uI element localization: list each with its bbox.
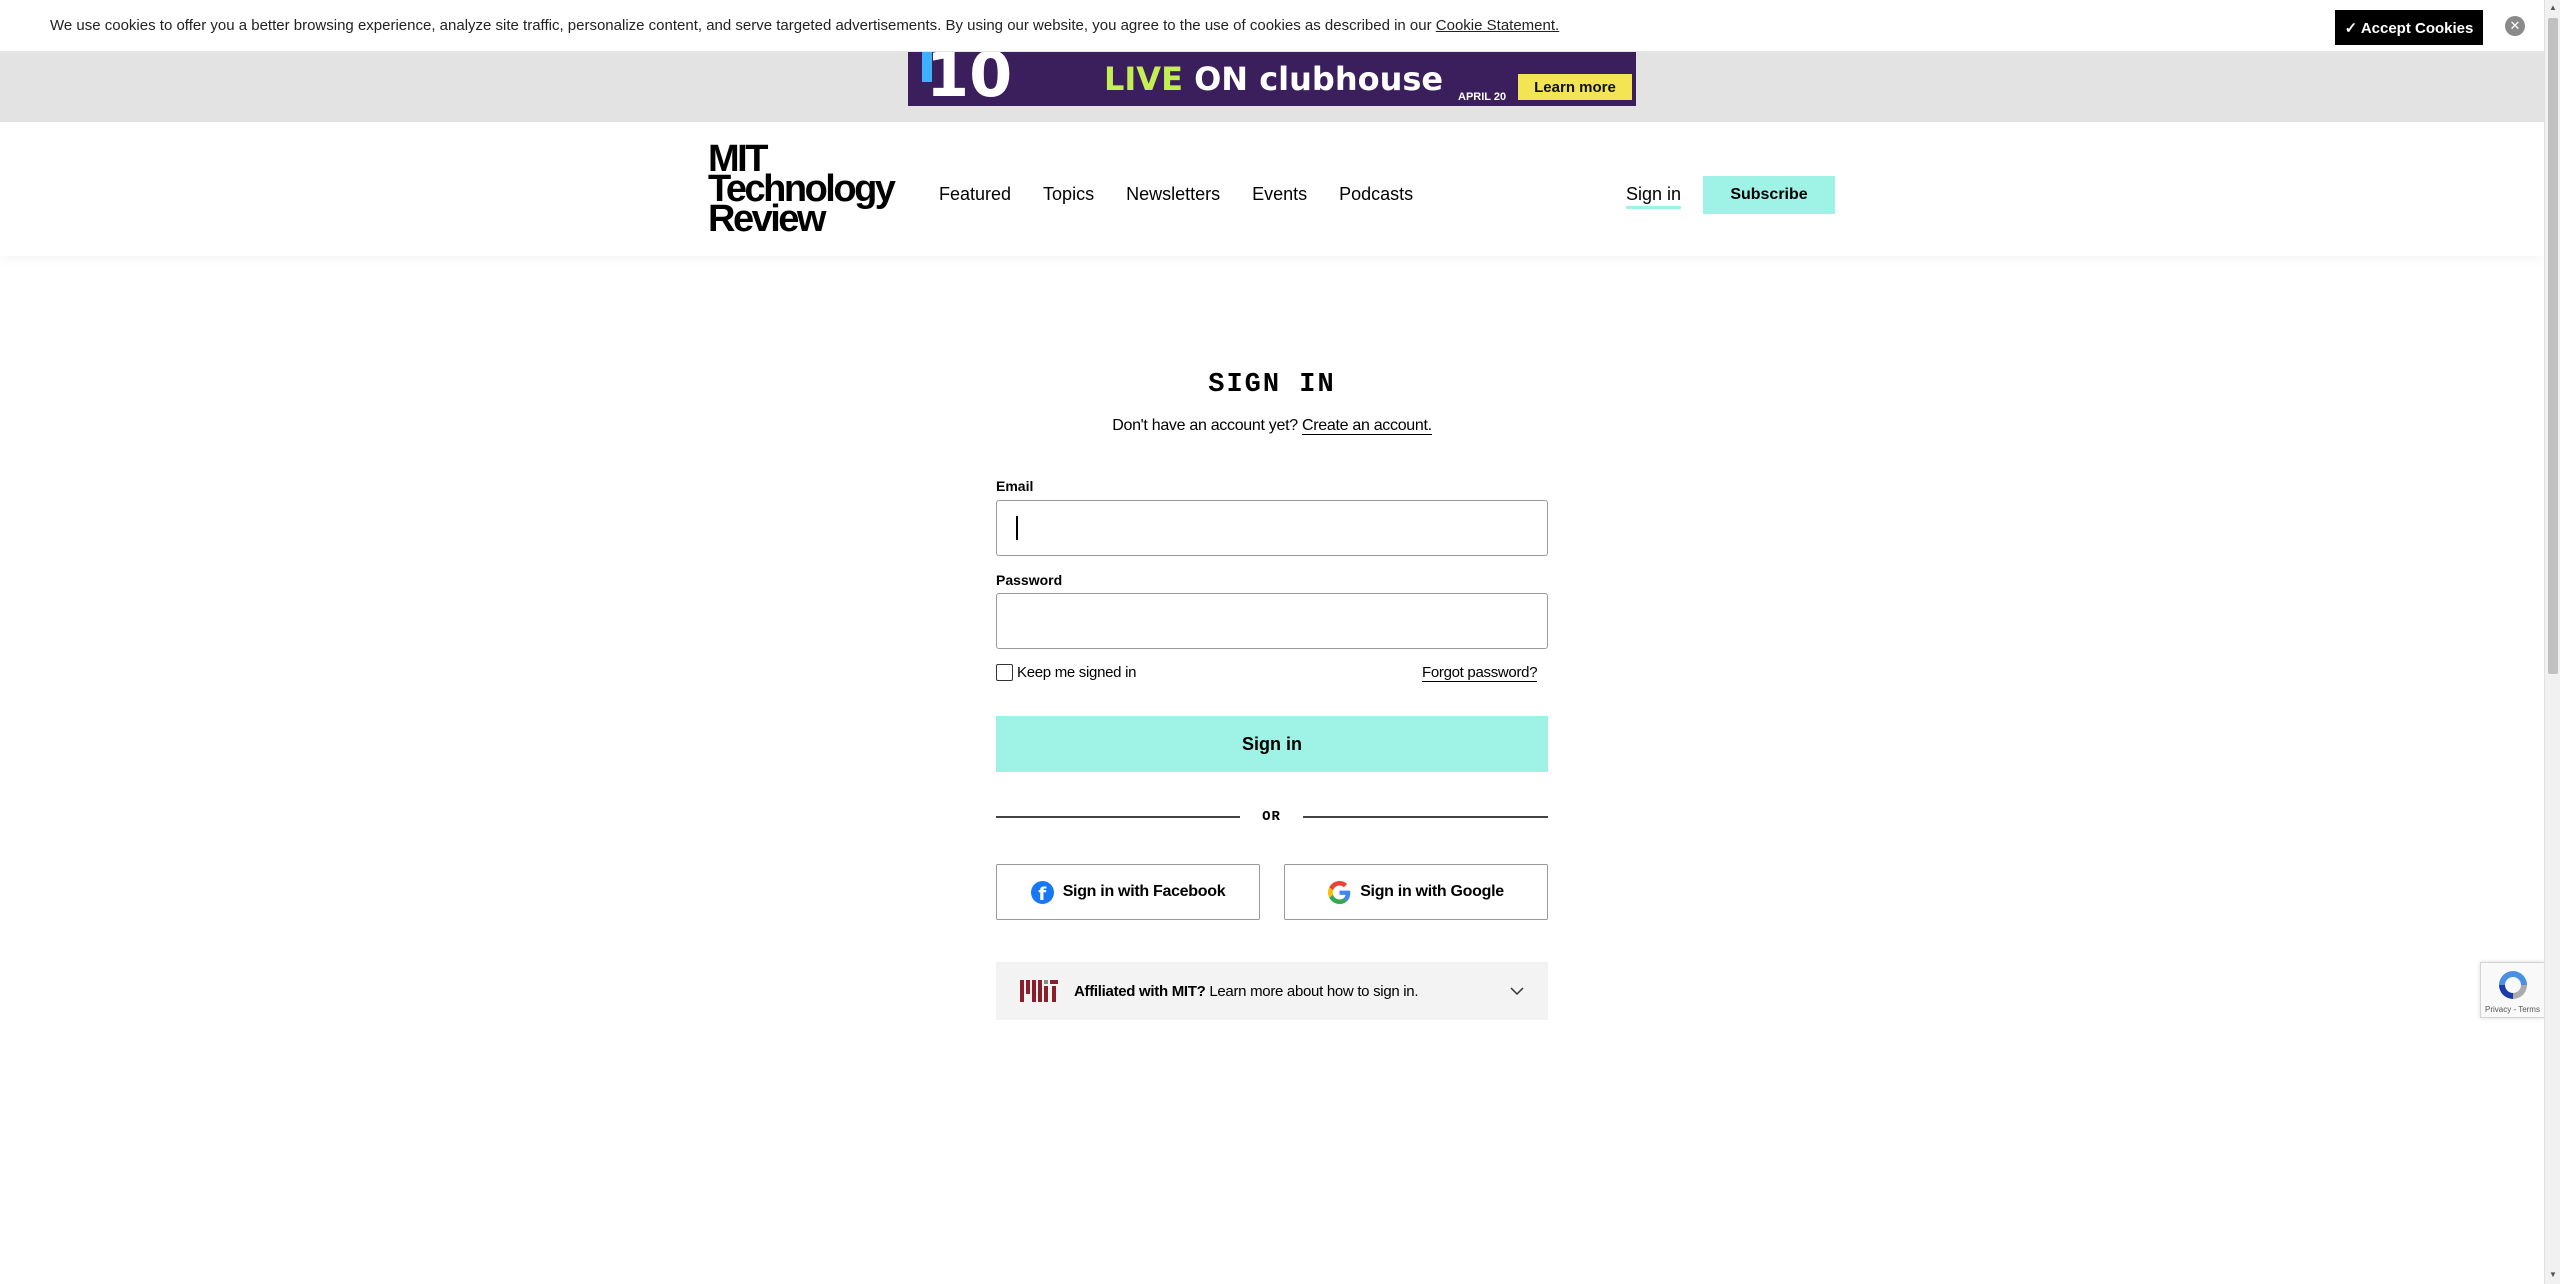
keep-signed-in-checkbox[interactable] xyxy=(996,664,1013,681)
cookie-message: We use cookies to offer you a better bro… xyxy=(50,17,1559,34)
site-logo[interactable]: MIT Technology Review xyxy=(708,140,896,238)
cookie-statement-link[interactable]: Cookie Statement. xyxy=(1436,17,1559,34)
ad-number: 10 xyxy=(926,52,1013,106)
text-caret xyxy=(1016,516,1018,540)
cookie-message-text: We use cookies to offer you a better bro… xyxy=(50,17,1436,34)
subscribe-button[interactable]: Subscribe xyxy=(1703,176,1835,214)
ad-date: APRIL 20 xyxy=(1458,91,1507,103)
create-account-prompt: Don't have an account yet? Create an acc… xyxy=(0,417,2544,435)
scroll-down-arrow-icon[interactable]: ▼ xyxy=(2548,1270,2558,1280)
password-label: Password xyxy=(996,572,1063,588)
mit-affiliation-bold: Affiliated with MIT? xyxy=(1074,982,1206,1000)
no-account-text: Don't have an account yet? xyxy=(1112,417,1302,434)
divider-right xyxy=(1303,816,1548,818)
cookie-banner: We use cookies to offer you a better bro… xyxy=(0,0,2544,52)
mit-affiliation-accordion[interactable]: Affiliated with MIT? Learn more about ho… xyxy=(996,962,1548,1020)
facebook-signin-button[interactable]: f Sign in with Facebook xyxy=(996,864,1260,920)
accept-cookies-button[interactable]: ✓ Accept Cookies xyxy=(2335,10,2483,45)
recaptcha-icon xyxy=(2499,971,2527,999)
recaptcha-badge[interactable]: Privacy - Terms xyxy=(2480,962,2544,1018)
mit-affiliation-text: Affiliated with MIT? Learn more about ho… xyxy=(1074,982,1419,1000)
email-field[interactable] xyxy=(996,500,1548,556)
facebook-icon: f xyxy=(1030,880,1054,904)
chevron-down-icon[interactable] xyxy=(1508,982,1526,1000)
nav-item-featured[interactable]: Featured xyxy=(939,184,1011,205)
forgot-password-link[interactable]: Forgot password? xyxy=(1422,664,1538,682)
ad-headline-live: LIVE xyxy=(1104,60,1183,98)
divider-left xyxy=(996,816,1240,818)
google-icon xyxy=(1328,880,1351,904)
page-title: SIGN IN xyxy=(1208,370,1336,400)
mit-affiliation-rest: Learn more about how to sign in. xyxy=(1205,982,1419,1000)
password-field[interactable] xyxy=(996,593,1548,649)
nav-item-topics[interactable]: Topics xyxy=(1043,184,1094,205)
scroll-up-arrow-icon[interactable]: ▲ xyxy=(2548,3,2558,13)
keep-signed-in-label: Keep me signed in xyxy=(1017,664,1137,681)
close-icon[interactable]: ✕ xyxy=(2505,16,2525,36)
mit-logo-icon xyxy=(1020,980,1058,1002)
keep-signed-in-row[interactable]: Keep me signed in xyxy=(996,664,1136,681)
scrollbar-thumb[interactable] xyxy=(2548,18,2558,674)
page-scrollbar[interactable]: ▲ ▼ xyxy=(2544,0,2560,1284)
main-nav: Featured Topics Newsletters Events Podca… xyxy=(939,184,1413,205)
google-signin-label: Sign in with Google xyxy=(1360,883,1504,900)
google-signin-button[interactable]: Sign in with Google xyxy=(1284,864,1548,920)
nav-item-events[interactable]: Events xyxy=(1252,184,1307,205)
email-label: Email xyxy=(996,478,1034,494)
site-header: MIT Technology Review Featured Topics Ne… xyxy=(0,122,2544,256)
advertisement-banner[interactable]: 10 LIVE ON clubhouse APRIL 20 Learn more xyxy=(908,52,1636,106)
nav-item-podcasts[interactable]: Podcasts xyxy=(1339,184,1413,205)
recaptcha-terms[interactable]: Privacy - Terms xyxy=(2485,1005,2540,1014)
facebook-signin-label: Sign in with Facebook xyxy=(1062,883,1226,900)
ad-headline-rest: ON clubhouse xyxy=(1182,60,1444,98)
or-divider-text: OR xyxy=(1262,809,1281,825)
header-signin-link[interactable]: Sign in xyxy=(1626,184,1682,209)
ad-learn-more-button[interactable]: Learn more xyxy=(1518,74,1632,100)
ad-headline: LIVE ON clubhouse xyxy=(1104,60,1443,98)
sign-in-button[interactable]: Sign in xyxy=(996,716,1548,772)
ad-band: 10 LIVE ON clubhouse APRIL 20 Learn more xyxy=(0,52,2544,122)
nav-item-newsletters[interactable]: Newsletters xyxy=(1126,184,1220,205)
create-account-link[interactable]: Create an account. xyxy=(1301,417,1432,435)
